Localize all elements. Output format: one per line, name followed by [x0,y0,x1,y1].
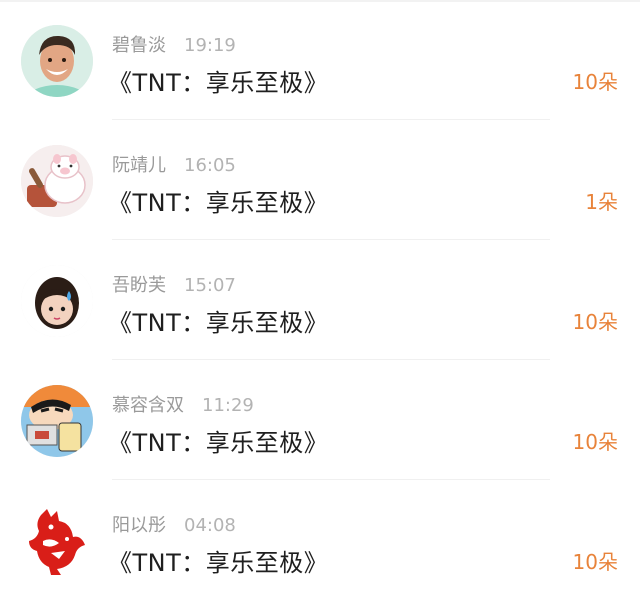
record-meta: 吾盼芙 15:07 [112,271,236,297]
book-title[interactable]: 《TNT：享乐至极》 [108,423,328,458]
list-item[interactable]: 吾盼芙 15:07 《TNT：享乐至极》 10朵 [0,240,640,360]
list-item[interactable]: 慕容含双 11:29 《TNT：享乐至极》 10朵 [0,360,640,480]
gift-record-list: 碧鲁淡19:19 《TNT：享乐至极》 10朵 阮靖儿16:05 《TNT： [0,0,640,597]
sender-name[interactable]: 阮靖儿 [112,151,166,177]
list-item[interactable]: 阮靖儿 16:05 《TNT：享乐至极》 1朵 [0,120,640,240]
book-title[interactable]: 《TNT：享乐至极》 [108,183,328,218]
record-time: 04:08 [184,515,236,536]
record-meta: 阳以彤 04:08 [112,511,236,537]
gift-amount: 1朵 [585,190,618,214]
record-time: 11:29 [202,395,254,416]
crayon-shin-chan-avatar[interactable] [21,385,93,457]
sender-name[interactable]: 碧鲁淡 [112,31,166,57]
record-time: 19:19 [184,35,236,56]
list-item[interactable]: 碧鲁淡 19:19 《TNT：享乐至极》 10朵 [0,0,640,120]
record-meta: 碧鲁淡 19:19 [112,31,236,57]
book-title[interactable]: 《TNT：享乐至极》 [108,63,328,98]
record-time: 15:07 [184,275,236,296]
gift-amount: 10朵 [572,430,618,454]
record-meta: 阮靖儿 16:05 [112,151,236,177]
book-title[interactable]: 《TNT：享乐至极》 [108,303,328,338]
child-sweat-avatar[interactable] [21,265,93,337]
list-item[interactable]: 阳以彤 04:08 《TNT：享乐至极》 10朵 [0,480,640,597]
man-photo-avatar[interactable] [21,25,93,97]
paper-cut-rooster-avatar[interactable] [21,505,93,577]
cartoon-pig-avatar[interactable] [21,145,93,217]
book-title[interactable]: 《TNT：享乐至极》 [108,543,328,578]
sender-name[interactable]: 吾盼芙 [112,271,166,297]
record-time: 16:05 [184,155,236,176]
sender-name[interactable]: 阳以彤 [112,511,166,537]
gift-amount: 10朵 [572,550,618,574]
gift-amount: 10朵 [572,310,618,334]
gift-amount: 10朵 [572,70,618,94]
record-meta: 慕容含双 11:29 [112,391,254,417]
sender-name[interactable]: 慕容含双 [112,391,184,417]
